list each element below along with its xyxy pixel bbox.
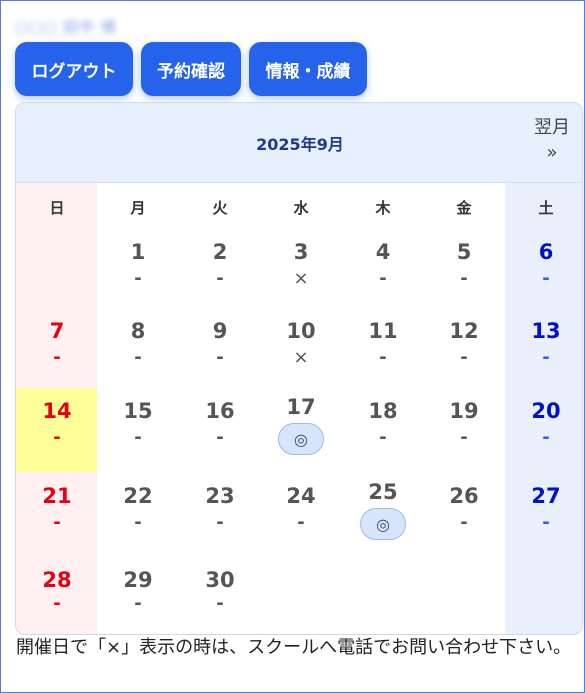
unavailable-mark: × [293,347,309,368]
no-session-mark: - [542,512,550,533]
no-session-mark: - [542,347,550,368]
action-buttons: ログアウト 予約確認 情報・成績 [15,42,367,96]
no-session-mark: - [542,268,550,289]
no-session-mark: - [134,512,142,533]
calendar-day[interactable]: 19 [423,399,505,423]
calendar-day[interactable]: 24 [260,484,342,508]
unavailable-mark: × [293,268,309,289]
calendar-day[interactable]: 15 [97,399,179,423]
calendar-day[interactable]: 5 [423,240,505,264]
calendar-day[interactable]: 28 [16,568,98,592]
calendar-header: 2025年9月 翌月 » [16,103,582,183]
info-results-button[interactable]: 情報・成績 [249,42,367,96]
no-session-mark: - [216,268,224,289]
calendar-day[interactable]: 17 [260,395,342,419]
calendar-day[interactable]: 25 [342,480,424,504]
calendar-day[interactable]: 13 [505,319,582,343]
reservations-button[interactable]: 予約確認 [141,42,241,96]
no-session-mark: - [53,427,61,448]
calendar-day[interactable]: 20 [505,399,582,423]
calendar-day[interactable]: 23 [179,484,261,508]
calendar-day[interactable]: 16 [179,399,261,423]
next-arrow-icon: » [546,142,558,164]
no-session-mark: - [53,347,61,368]
available-slot-badge[interactable]: ◎ [278,423,324,455]
weekday-header: 日 [49,199,65,217]
calendar-day[interactable]: 8 [97,319,179,343]
no-session-mark: - [53,512,61,533]
no-session-mark: - [216,512,224,533]
month-title: 2025年9月 [256,135,344,154]
notice-text: 開催日で「×」表示の時は、スクールへ電話でお問い合わせ下さい。 [16,637,572,658]
calendar-day[interactable]: 30 [179,568,261,592]
no-session-mark: - [379,268,387,289]
no-session-mark: - [134,427,142,448]
calendar-day[interactable]: 10 [260,319,342,343]
calendar-day[interactable]: 4 [342,240,424,264]
no-session-mark: - [460,347,468,368]
calendar-day[interactable]: 14 [16,399,98,423]
calendar-day[interactable]: 11 [342,319,424,343]
no-session-mark: - [216,347,224,368]
calendar-day[interactable]: 22 [97,484,179,508]
no-session-mark: - [542,427,550,448]
no-session-mark: - [216,593,224,614]
calendar-day[interactable]: 2 [179,240,261,264]
calendar-day[interactable]: 26 [423,484,505,508]
available-slot-badge[interactable]: ◎ [360,508,406,540]
weekday-header: 水 [293,199,309,217]
next-month-label: 翌月 [534,117,570,138]
weekday-header: 木 [375,199,391,217]
no-session-mark: - [379,427,387,448]
no-session-mark: - [460,427,468,448]
calendar-day[interactable]: 29 [97,568,179,592]
no-session-mark: - [53,593,61,614]
no-session-mark: - [460,512,468,533]
calendar-day[interactable]: 7 [16,319,98,343]
calendar-day[interactable]: 6 [505,240,582,264]
weekday-header: 金 [456,199,472,217]
calendar-day[interactable]: 1 [97,240,179,264]
logout-button[interactable]: ログアウト [15,42,133,96]
calendar: 2025年9月 翌月 » 日 月 火 水 木 金 土 1 - 2 - 3 × 4 - 5 - 6 - 7 - 8 - 9 - 10… [15,102,583,635]
calendar-day[interactable]: 18 [342,399,424,423]
next-month-link[interactable]: 翌月 » [534,115,570,165]
no-session-mark: - [134,268,142,289]
calendar-day[interactable]: 12 [423,319,505,343]
user-name: ○○○ 田中 様 [15,18,117,36]
calendar-day[interactable]: 3 [260,240,342,264]
no-session-mark: - [460,268,468,289]
weekday-header: 土 [538,199,554,217]
calendar-day[interactable]: 27 [505,484,582,508]
no-session-mark: - [216,427,224,448]
no-session-mark: - [379,347,387,368]
no-session-mark: - [134,347,142,368]
no-session-mark: - [134,593,142,614]
calendar-day[interactable]: 21 [16,484,98,508]
weekday-header: 火 [212,199,228,217]
weekday-header: 月 [130,199,146,217]
no-session-mark: - [297,512,305,533]
calendar-day[interactable]: 9 [179,319,261,343]
